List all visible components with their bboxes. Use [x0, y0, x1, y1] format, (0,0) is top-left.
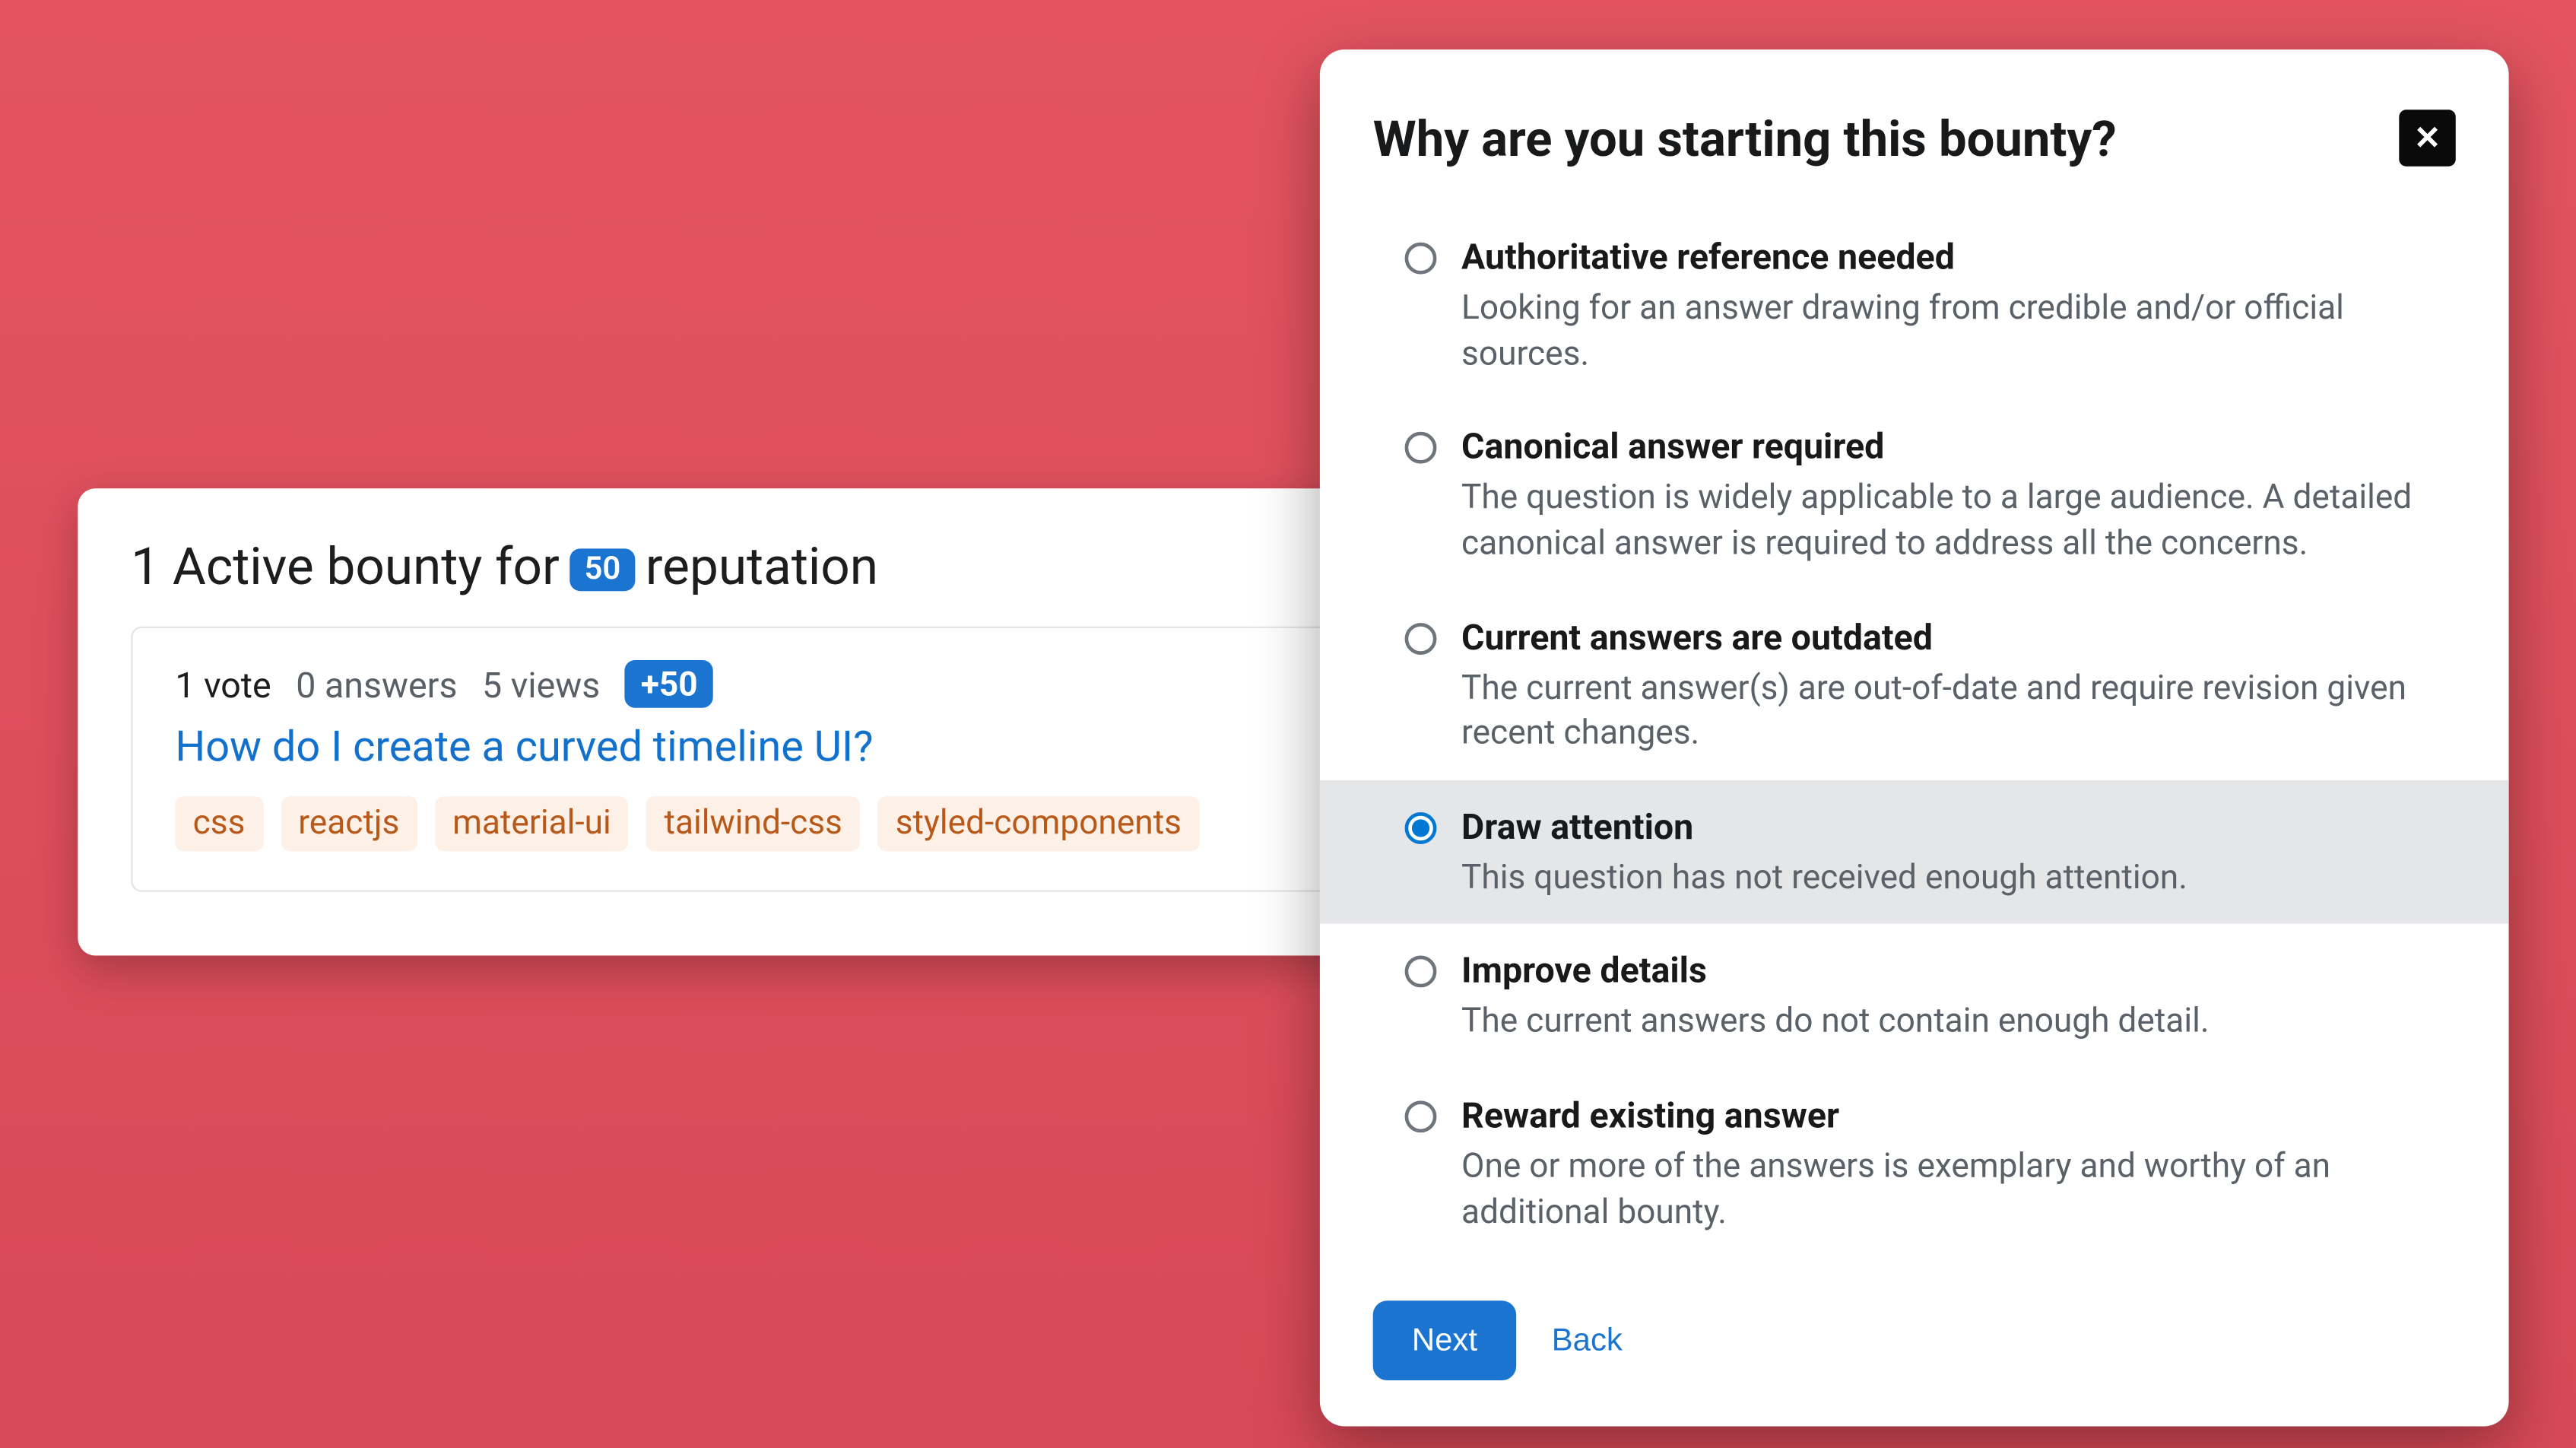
bounty-reason-option[interactable]: Authoritative reference needed Looking fo…: [1320, 211, 2509, 401]
bounty-heading-prefix: 1 Active bounty for: [131, 538, 560, 598]
option-text: Reward existing answer One or more of the…: [1461, 1094, 2456, 1234]
option-title: Current answers are outdated: [1461, 615, 2456, 658]
vote-count: 1 vote: [175, 662, 271, 705]
answer-count: 0 answers: [296, 662, 457, 705]
option-description: The question is widely applicable to a l…: [1461, 475, 2456, 565]
bounty-reason-option[interactable]: Improve details The current answers do no…: [1320, 925, 2509, 1069]
next-button[interactable]: Next: [1373, 1301, 1517, 1381]
option-text: Authoritative reference needed Looking fo…: [1461, 235, 2456, 375]
option-title: Canonical answer required: [1461, 425, 2456, 468]
bounty-reason-option[interactable]: Canonical answer required The question is…: [1320, 401, 2509, 591]
option-text: Current answers are outdated The current …: [1461, 615, 2456, 755]
option-title: Authoritative reference needed: [1461, 235, 2456, 278]
bounty-reason-option[interactable]: Draw attention This question has not rece…: [1320, 780, 2509, 925]
option-text: Improve details The current answers do no…: [1461, 949, 2456, 1044]
bounty-reason-option[interactable]: Current answers are outdated The current …: [1320, 590, 2509, 780]
option-title: Improve details: [1461, 949, 2456, 992]
radio-icon[interactable]: [1405, 432, 1437, 464]
option-title: Draw attention: [1461, 805, 2456, 847]
option-text: Canonical answer required The question is…: [1461, 425, 2456, 565]
tag[interactable]: tailwind-css: [646, 796, 860, 851]
bounty-reason-modal: Why are you starting this bounty? ✕ Auth…: [1320, 49, 2509, 1427]
bounty-amount-badge: +50: [625, 660, 714, 708]
option-description: The current answer(s) are out-of-date an…: [1461, 665, 2456, 755]
tag[interactable]: material-ui: [435, 796, 629, 851]
close-button[interactable]: ✕: [2399, 110, 2455, 166]
radio-icon[interactable]: [1405, 243, 1437, 275]
question-title-link[interactable]: How do I create a curved timeline UI?: [175, 722, 873, 771]
bounty-reason-option[interactable]: Reward existing answer One or more of the…: [1320, 1069, 2509, 1259]
radio-icon[interactable]: [1405, 1101, 1437, 1133]
option-description: The current answers do not contain enoug…: [1461, 999, 2456, 1045]
view-count: 5 views: [482, 662, 600, 705]
radio-icon[interactable]: [1405, 957, 1437, 989]
option-description: Looking for an answer drawing from credi…: [1461, 285, 2456, 376]
radio-icon[interactable]: [1405, 622, 1437, 654]
modal-title: Why are you starting this bounty?: [1373, 110, 2117, 168]
option-text: Draw attention This question has not rece…: [1461, 805, 2456, 900]
tag[interactable]: styled-components: [877, 796, 1199, 851]
reputation-badge: 50: [570, 548, 635, 591]
option-title: Reward existing answer: [1461, 1094, 2456, 1136]
modal-header: Why are you starting this bounty? ✕: [1320, 49, 2509, 183]
close-icon: ✕: [2414, 122, 2441, 154]
tag[interactable]: reactjs: [281, 796, 417, 851]
tag[interactable]: css: [175, 796, 262, 851]
option-description: This question has not received enough at…: [1461, 855, 2456, 900]
bounty-reason-options: Authoritative reference needed Looking fo…: [1320, 211, 2509, 1259]
back-button[interactable]: Back: [1552, 1323, 1623, 1360]
radio-icon[interactable]: [1405, 812, 1437, 844]
option-description: One or more of the answers is exemplary …: [1461, 1143, 2456, 1234]
modal-footer: Next Back: [1320, 1259, 2509, 1381]
bounty-heading-suffix: reputation: [646, 538, 878, 598]
